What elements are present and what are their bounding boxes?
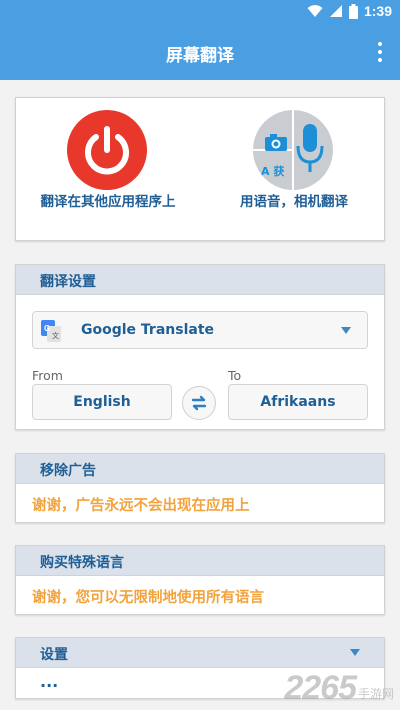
settings-more[interactable]: ... (40, 672, 58, 691)
card-header: 翻译设置 (16, 265, 384, 295)
svg-text:文: 文 (52, 331, 59, 340)
to-label: To (228, 368, 242, 383)
app-title: 屏幕翻译 (166, 46, 234, 66)
card-header: 购买特殊语言 (16, 546, 384, 576)
watermark-site: 手游网 (357, 687, 394, 701)
translation-settings-title: 翻译设置 (40, 274, 96, 290)
chevron-down-icon[interactable] (350, 649, 360, 656)
special-languages-card[interactable]: 购买特殊语言 谢谢，您可以无限制地使用所有语言 (15, 545, 385, 615)
remove-ads-card[interactable]: 移除广告 谢谢，广告永远不会出现在应用上 (15, 453, 385, 523)
voice-camera-label: 用语音，相机翻译 (240, 194, 348, 210)
chevron-down-icon (341, 327, 351, 334)
card-header: 设置 (16, 638, 384, 668)
card-header: 移除广告 (16, 454, 384, 484)
watermark-number: 2265 (284, 669, 357, 707)
signal-icon (329, 5, 342, 17)
camera-mic-icon: A 获 (253, 110, 333, 190)
voice-camera-translate-button[interactable]: A 获 用语音，相机翻译 (201, 98, 386, 240)
swap-languages-button[interactable] (182, 386, 216, 420)
to-language-button[interactable]: Afrikaans (228, 384, 368, 420)
from-language-button[interactable]: English (32, 384, 172, 420)
app-bar: 屏幕翻译 (0, 24, 400, 80)
translation-engine-value: Google Translate (81, 322, 215, 338)
settings-title: 设置 (40, 647, 68, 663)
special-languages-title: 购买特殊语言 (40, 555, 124, 571)
translate-on-apps-button[interactable]: 翻译在其他应用程序上 (16, 98, 201, 240)
google-translate-icon: G 文 (41, 320, 61, 342)
swap-icon (191, 395, 207, 411)
wifi-icon (307, 5, 323, 17)
battery-icon (348, 3, 358, 19)
status-time: 1:39 (363, 3, 392, 19)
watermark-logo: 2265 手游网 (284, 669, 394, 708)
overflow-menu-icon[interactable] (374, 42, 386, 64)
status-bar: 1:39 (0, 0, 400, 24)
special-languages-message: 谢谢，您可以无限制地使用所有语言 (32, 590, 264, 606)
from-label: From (32, 368, 63, 383)
camera-text-label: A 获 (261, 165, 285, 178)
remove-ads-title: 移除广告 (40, 463, 96, 479)
svg-text:G: G (44, 324, 50, 333)
translate-on-apps-label: 翻译在其他应用程序上 (40, 194, 176, 210)
translation-settings-card: 翻译设置 G 文 Google Translate From To Englis… (15, 264, 385, 430)
translation-engine-dropdown[interactable]: G 文 Google Translate (32, 311, 368, 349)
remove-ads-message: 谢谢，广告永远不会出现在应用上 (32, 498, 250, 514)
launch-card: 翻译在其他应用程序上 A 获 用语音，相机翻译 (15, 97, 385, 241)
power-button-icon (67, 110, 147, 190)
